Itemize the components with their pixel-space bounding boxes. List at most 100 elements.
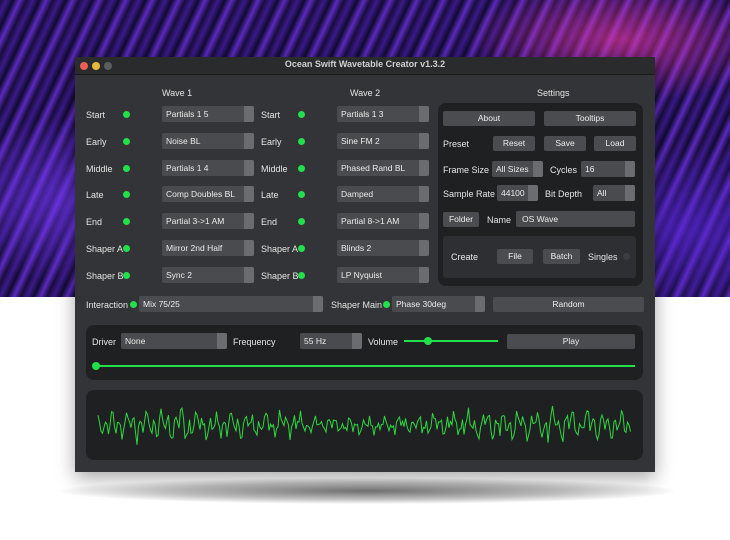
chevron-down-icon [244, 213, 254, 230]
wave1-row-indicator[interactable] [123, 191, 130, 199]
wave1-row-label: Early [86, 136, 107, 147]
wave1-row-select[interactable]: Mirror 2nd Half [162, 240, 254, 256]
wave1-row-value: Partials 1 4 [166, 162, 209, 173]
wave2-row-select[interactable]: Partials 1 3 [337, 106, 429, 122]
wave1-row-select[interactable]: Comp Doubles BL [162, 186, 254, 203]
wave1-row-value: Noise BL [166, 135, 201, 146]
chevron-down-icon [625, 161, 635, 177]
chevron-down-icon [419, 186, 429, 203]
shaper-main-indicator[interactable] [383, 301, 390, 308]
volume-label: Volume [368, 337, 399, 347]
playback-position-slider[interactable] [92, 362, 635, 370]
name-label: Name [487, 215, 512, 225]
wave2-header: Wave 2 [350, 88, 381, 98]
play-button[interactable]: Play [507, 334, 635, 349]
wave1-row-indicator[interactable] [123, 111, 130, 118]
sample-rate-select[interactable]: 44100 [497, 185, 538, 201]
chevron-down-icon [419, 159, 429, 176]
name-input[interactable]: OS Wave [516, 211, 635, 227]
frame-size-select[interactable]: All Sizes [492, 161, 543, 177]
wave1-row-indicator[interactable] [123, 271, 130, 279]
wave1-row-select[interactable]: Partial 3->1 AM [162, 213, 254, 230]
chevron-down-icon [533, 161, 543, 177]
wave2-row-value: Sine FM 2 [341, 135, 380, 146]
load-button[interactable]: Load [594, 136, 636, 151]
cycles-label: Cycles [550, 165, 578, 175]
frame-size-label: Frame Size [443, 165, 490, 175]
reset-button[interactable]: Reset [493, 136, 535, 151]
wave1-row-value: Partials 1 5 [166, 109, 209, 119]
batch-button[interactable]: Batch [543, 249, 580, 264]
driver-value: None [125, 336, 146, 346]
random-button[interactable]: Random [493, 297, 644, 312]
tooltips-button[interactable]: Tooltips [544, 111, 636, 126]
chevron-down-icon [528, 185, 538, 201]
wave1-row-label: Shaper B [86, 270, 124, 281]
wave1-row-select[interactable]: Partials 1 4 [162, 159, 254, 176]
chevron-down-icon [313, 296, 323, 312]
wave1-row-select[interactable]: Sync 2 [162, 266, 254, 283]
bit-depth-value: All [597, 188, 607, 198]
settings-panel: About Tooltips Preset Reset Save Load Fr… [438, 103, 643, 286]
save-button[interactable]: Save [544, 136, 586, 151]
wave2-row-value: Phased Rand BL [341, 162, 406, 173]
wave2-row-select[interactable]: Damped [337, 186, 429, 203]
wave2-row-select[interactable]: Blinds 2 [337, 240, 429, 256]
file-button[interactable]: File [497, 249, 533, 264]
interaction-select[interactable]: Mix 75/25 [139, 296, 323, 312]
volume-slider-thumb[interactable] [423, 337, 432, 345]
wave2-row-select[interactable]: Partial 8->1 AM [337, 213, 429, 230]
wave1-row-label: Middle [86, 163, 113, 174]
wave2-row-indicator[interactable] [298, 164, 305, 172]
interaction-indicator[interactable] [130, 301, 137, 308]
chevron-down-icon [244, 266, 254, 283]
chevron-down-icon [217, 333, 227, 349]
chevron-down-icon [244, 159, 254, 176]
wave2-row-value: LP Nyquist [341, 269, 382, 280]
chevron-down-icon [419, 240, 429, 256]
title-bar: Ocean Swift Wavetable Creator v1.3.2 [75, 57, 655, 75]
window-title: Ocean Swift Wavetable Creator v1.3.2 [284, 59, 446, 69]
shaper-main-select[interactable]: Phase 30deg [392, 296, 485, 312]
wave1-row-select[interactable]: Noise BL [162, 132, 254, 149]
wave1-row-indicator[interactable] [123, 218, 130, 226]
wave2-row-indicator[interactable] [298, 137, 305, 145]
wave1-header: Wave 1 [162, 88, 193, 98]
preset-label: Preset [443, 139, 470, 149]
wave1-row-value: Comp Doubles BL [166, 189, 235, 200]
wave2-row-label: Shaper A [261, 244, 299, 254]
bit-depth-select[interactable]: All [593, 185, 635, 201]
wave1-row-indicator[interactable] [123, 137, 130, 145]
about-button[interactable]: About [443, 111, 535, 126]
wave1-row-indicator[interactable] [123, 245, 130, 252]
chevron-down-icon [244, 106, 254, 122]
singles-toggle[interactable] [623, 253, 630, 260]
chevron-down-icon [244, 186, 254, 203]
wave1-row-select[interactable]: Partials 1 5 [162, 106, 254, 122]
frequency-select[interactable]: 55 Hz [300, 333, 362, 349]
driver-select[interactable]: None [121, 333, 227, 349]
chevron-down-icon [419, 266, 429, 283]
shaper-main-value: Phase 30deg [396, 299, 447, 309]
wave1-row-indicator[interactable] [123, 164, 130, 172]
window-shadow [60, 478, 675, 504]
wave2-row-indicator[interactable] [298, 218, 305, 226]
waveform-panel [86, 390, 643, 460]
wave2-row-select[interactable]: LP Nyquist [337, 266, 429, 283]
frequency-label: Frequency [233, 337, 276, 347]
wave2-row-indicator[interactable] [298, 271, 305, 279]
wave2-row-select[interactable]: Sine FM 2 [337, 132, 429, 149]
wave2-row-indicator[interactable] [298, 191, 305, 199]
wave2-row-select[interactable]: Phased Rand BL [337, 159, 429, 176]
wave1-row-label: Late [86, 190, 104, 201]
cycles-select[interactable]: 16 [581, 161, 635, 177]
waveform-line [97, 405, 631, 445]
playback-position-thumb[interactable] [92, 362, 100, 370]
waveform-display [97, 405, 631, 445]
wave2-row-indicator[interactable] [298, 245, 305, 252]
chevron-down-icon [625, 185, 635, 201]
folder-button[interactable]: Folder [443, 212, 479, 227]
volume-slider[interactable] [404, 337, 498, 345]
wave2-row-indicator[interactable] [298, 111, 305, 118]
cycles-value: 16 [585, 164, 595, 174]
